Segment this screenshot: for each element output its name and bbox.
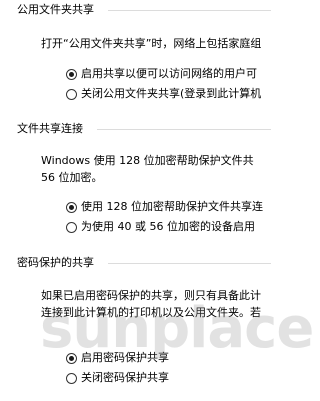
radio-disable-public-sharing[interactable]: 关闭公用文件夹共享(登录到此计算机 <box>66 86 261 102</box>
radio-label: 使用 128 位加密帮助保护文件共享连 <box>81 200 263 213</box>
radio-enable-public-sharing[interactable]: 启用共享以便可以访问网络的用户可 <box>66 66 257 82</box>
radio-40-56bit-encryption[interactable]: 为使用 40 或 56 位加密的设备启用 <box>66 219 255 235</box>
public-folder-description: 打开“公用文件夹共享”时，网络上包括家庭组 <box>41 37 262 50</box>
section-divider <box>108 10 271 11</box>
section-title-file-sharing-connection: 文件共享连接 <box>17 122 83 135</box>
section-title-password-protected-sharing: 密码保护的共享 <box>17 256 94 269</box>
password-sharing-description-line2: 连接到此计算机的打印机以及公用文件夹。若 <box>41 306 261 319</box>
radio-button[interactable] <box>66 372 77 384</box>
section-divider <box>108 263 271 264</box>
radio-button-checked[interactable] <box>66 201 77 213</box>
radio-enable-password-sharing[interactable]: 启用密码保护共享 <box>66 350 169 366</box>
radio-label: 关闭公用文件夹共享(登录到此计算机 <box>81 87 262 100</box>
radio-label: 启用共享以便可以访问网络的用户可 <box>81 67 257 80</box>
radio-button[interactable] <box>66 88 77 100</box>
radio-label: 为使用 40 或 56 位加密的设备启用 <box>81 220 255 233</box>
section-title-public-folder-sharing: 公用文件夹共享 <box>17 3 94 16</box>
file-sharing-description-line2: 56 位加密。 <box>41 171 103 184</box>
radio-button-checked[interactable] <box>66 352 77 364</box>
radio-button[interactable] <box>66 221 77 233</box>
radio-button-checked[interactable] <box>66 68 77 80</box>
section-divider <box>97 129 271 130</box>
radio-label: 关闭密码保护共享 <box>81 371 169 384</box>
radio-label: 启用密码保护共享 <box>81 351 169 364</box>
radio-disable-password-sharing[interactable]: 关闭密码保护共享 <box>66 370 169 386</box>
radio-128bit-encryption[interactable]: 使用 128 位加密帮助保护文件共享连 <box>66 199 263 215</box>
